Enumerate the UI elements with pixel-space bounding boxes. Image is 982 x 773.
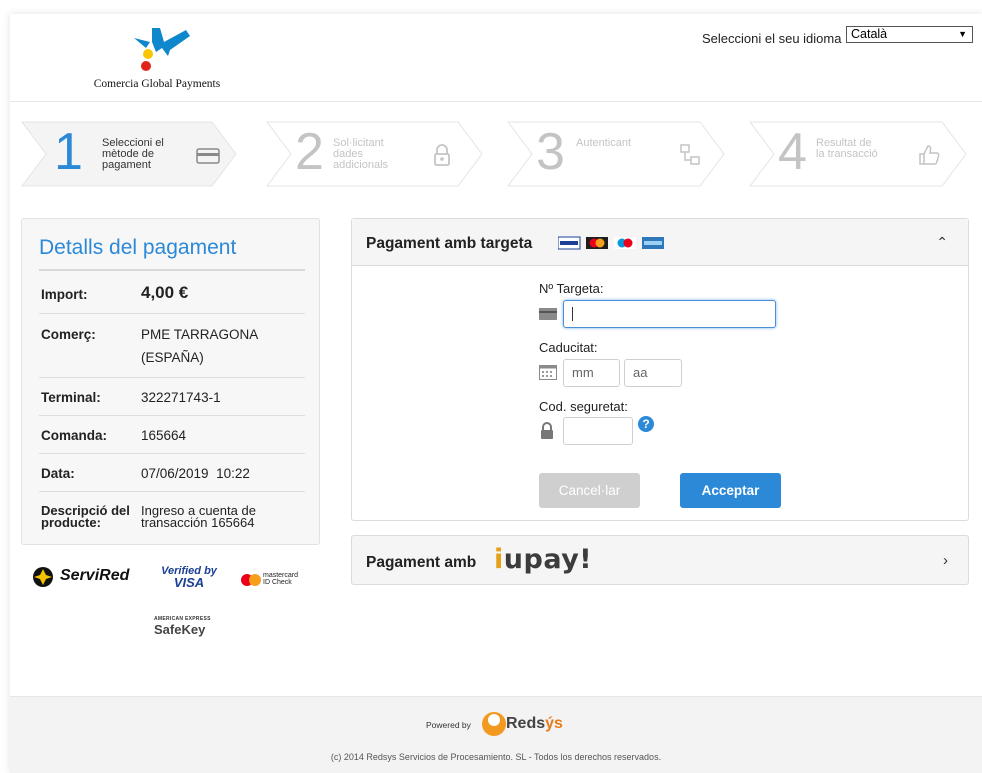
language-select[interactable]: Català ▼ — [846, 26, 973, 43]
detail-label: Import: — [41, 287, 88, 302]
details-title: Detalls del pagament — [39, 236, 237, 259]
step-3: 3 Autenticant — [508, 122, 722, 186]
chevron-right-icon[interactable]: › — [943, 552, 948, 569]
star-logo-icon — [134, 28, 190, 71]
security-code-input[interactable] — [563, 417, 633, 445]
powered-by-redsys: Powered by Redsýs — [426, 709, 586, 737]
expiry-year-input[interactable]: aa — [624, 359, 682, 387]
logo-text: Comercia Global Payments — [93, 78, 221, 90]
detail-value: Ingreso a cuenta de transacción 165664 — [141, 503, 256, 530]
detail-label: Comerç: — [41, 327, 96, 342]
powered-by-text: Powered by — [426, 720, 471, 730]
card-number-label: Nº Targeta: — [539, 281, 604, 296]
detail-row-import: Import: 4,00 € — [39, 271, 305, 314]
thumbs-up-icon — [918, 144, 940, 171]
text-caret — [572, 307, 573, 321]
iupay-payment-panel[interactable]: Pagament amb iupay! › — [351, 535, 969, 585]
copyright-text: (c) 2014 Redsys Servicios de Procesamien… — [330, 752, 662, 762]
detail-label: Descripció del producte: — [41, 503, 130, 530]
step-label: Seleccioni el mètode de pagament — [102, 137, 164, 171]
cvv-label: Cod. seguretat: — [539, 399, 628, 414]
mastercard-logo — [586, 237, 608, 249]
step-1: 1 Seleccioni el mètode de pagament — [22, 122, 236, 186]
step-number: 4 — [778, 123, 807, 181]
detail-row-date: Data: 07/06/2019 10:22 — [39, 454, 305, 492]
detail-value: 4,00 € — [141, 283, 189, 302]
step-number: 2 — [295, 123, 324, 181]
card-payment-header[interactable]: Pagament amb targeta ⌃ — [352, 219, 968, 266]
visa-logo — [557, 236, 581, 250]
iupay-title: Pagament amb — [366, 554, 477, 571]
mastercard-icon — [241, 574, 261, 586]
cancel-button[interactable]: Cancel·lar — [539, 473, 640, 508]
step-2: 2 Sol·licitant dades addicionals — [267, 122, 481, 186]
detail-row-description: Descripció del producte: Ingreso a cuent… — [39, 492, 305, 538]
card-payment-panel: Pagament amb targeta ⌃ Nº Targeta: Caduc… — [351, 218, 969, 521]
step-label: Autenticant — [576, 137, 632, 149]
step-label: Sol·licitant dades addicionals — [333, 137, 389, 171]
expiry-label: Caducitat: — [539, 340, 598, 355]
payment-details-panel: Detalls del pagament Import: 4,00 € Come… — [21, 218, 320, 545]
calendar-icon — [539, 364, 557, 385]
dropdown-arrow-icon: ▼ — [958, 29, 967, 39]
detail-label: Terminal: — [41, 390, 101, 405]
verified-by-visa-logo: Verified by VISA — [161, 565, 217, 590]
card-number-input[interactable] — [563, 300, 776, 328]
detail-value: 165664 — [141, 428, 187, 443]
security-brands: ServiRed Verified by VISA mastercard ID … — [30, 564, 320, 674]
card-number-icon — [539, 307, 557, 325]
credit-card-icon — [196, 148, 220, 169]
detail-row-order: Comanda: 165664 — [39, 416, 305, 454]
step-number: 3 — [536, 123, 565, 181]
network-icon — [680, 144, 700, 171]
caixabank-logo: Comercia Global Payments — [82, 24, 232, 96]
detail-value: PME TARRAGONA — [141, 327, 259, 342]
accept-button[interactable]: Acceptar — [680, 473, 781, 508]
step-4: 4 Resultat de la transacció — [750, 122, 964, 186]
footer: Powered by Redsýs (c) 2014 Redsys Servic… — [10, 696, 982, 773]
detail-value: 322271743-1 — [141, 390, 221, 405]
lock-icon — [433, 144, 451, 171]
redsys-logo-icon — [481, 711, 507, 742]
servired-icon — [33, 567, 53, 587]
detail-row-terminal: Terminal: 322271743-1 — [39, 378, 305, 416]
padlock-icon — [540, 422, 554, 444]
card-logos — [557, 236, 688, 255]
progress-steps: 1 Seleccioni el mètode de pagament 2 Sol… — [10, 102, 982, 204]
help-icon[interactable]: ? — [638, 416, 654, 432]
card-payment-title: Pagament amb targeta — [366, 235, 533, 252]
language-label: Seleccioni el seu idioma — [702, 31, 842, 46]
step-number: 1 — [54, 123, 83, 181]
maestro-logo — [614, 237, 636, 249]
expiry-month-input[interactable]: mm — [563, 359, 620, 387]
detail-value: (ESPAÑA) — [141, 350, 204, 365]
detail-row-merchant: Comerç: PME TARRAGONA (ESPAÑA) — [39, 314, 305, 378]
payment-page: Comercia Global Payments Seleccioni el s… — [10, 14, 982, 773]
detail-label: Comanda: — [41, 428, 108, 443]
step-label: Resultat de la transacció — [816, 137, 878, 160]
amex-safekey-logo: AMERICAN EXPRESS SafeKey — [154, 616, 211, 637]
detail-value: 07/06/2019 10:22 — [141, 466, 250, 481]
language-value: Català — [851, 27, 888, 41]
iupay-logo: iupay! — [494, 544, 593, 575]
amex-logo — [642, 237, 664, 249]
chevron-up-icon[interactable]: ⌃ — [936, 234, 948, 251]
redsys-logo-text: Redsýs — [506, 715, 563, 732]
detail-label: Data: — [41, 466, 75, 481]
header: Comercia Global Payments Seleccioni el s… — [10, 14, 982, 102]
